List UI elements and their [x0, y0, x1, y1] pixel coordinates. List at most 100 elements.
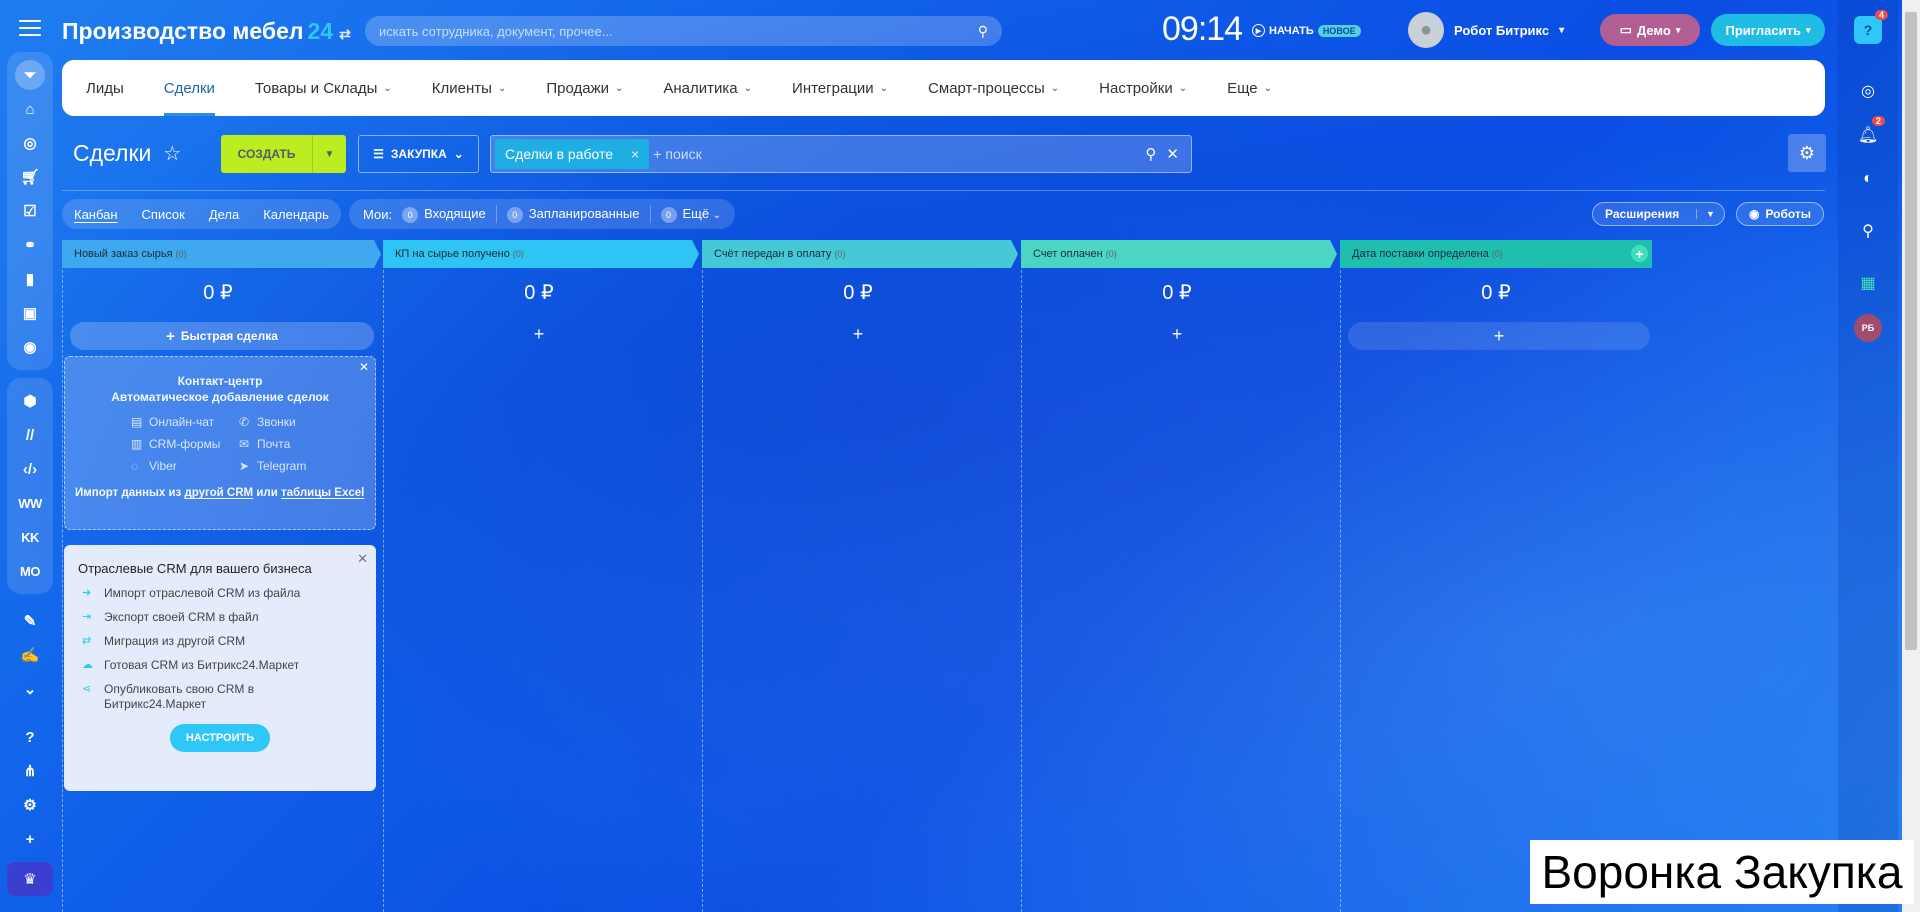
- view-tab-calendar[interactable]: Календарь: [263, 207, 329, 222]
- tab-clients[interactable]: Клиенты ⌄: [432, 60, 507, 116]
- filter-search-input[interactable]: Сделки в работе × + поиск ⚲ ✕: [490, 135, 1192, 173]
- create-button[interactable]: СОЗДАТЬ ▼: [221, 135, 346, 173]
- view-tab-kanban[interactable]: Канбан: [74, 207, 118, 222]
- channel-viber[interactable]: ◌ Viber: [131, 459, 239, 473]
- tab-integrations[interactable]: Интеграции ⌄: [792, 60, 888, 116]
- chevron-down-icon[interactable]: ▼: [1696, 209, 1724, 219]
- share-icon: ⋖: [82, 683, 92, 695]
- portal-title[interactable]: Производство мебел 24 ⇄: [62, 18, 351, 45]
- close-icon[interactable]: ✕: [357, 551, 368, 567]
- chat-icon[interactable]: ◐: [1853, 164, 1883, 194]
- box-icon[interactable]: ⬢: [13, 384, 47, 418]
- copilot-icon[interactable]: ◎: [1853, 76, 1883, 106]
- close-icon[interactable]: ✕: [1166, 145, 1179, 163]
- calendar-icon[interactable]: ▦: [1853, 268, 1883, 298]
- help-icon[interactable]: ? 4: [1854, 10, 1888, 44]
- plus-icon[interactable]: +: [13, 822, 47, 856]
- add-column-icon[interactable]: +: [1631, 245, 1648, 262]
- tab-analytics[interactable]: Аналитика ⌄: [663, 60, 752, 116]
- column-header-new-order[interactable]: Новый заказ сырья (0): [62, 240, 374, 268]
- avatar[interactable]: РБ: [1854, 314, 1882, 342]
- user-menu[interactable]: ● Робот Битрикс ▾: [1408, 12, 1564, 48]
- sitemap-icon[interactable]: ⋔: [13, 754, 47, 788]
- analytics-icon[interactable]: ▮: [13, 262, 47, 296]
- gear-icon[interactable]: ⚙: [1788, 134, 1826, 172]
- view-tab-list[interactable]: Список: [142, 207, 185, 222]
- filter-icon[interactable]: ⏷: [15, 60, 45, 90]
- invite-button[interactable]: Пригласить ▾: [1711, 14, 1825, 46]
- home-icon[interactable]: ⌂: [13, 92, 47, 126]
- chevron-down-icon: ⌄: [743, 82, 753, 94]
- extensions-button[interactable]: Расширения ▼: [1592, 202, 1725, 226]
- search-icon[interactable]: ⚲: [978, 23, 988, 40]
- demo-button[interactable]: ▭ Демо ▾: [1600, 14, 1700, 46]
- robot-icon[interactable]: ◉: [13, 330, 47, 364]
- filter-chip[interactable]: Сделки в работе ×: [495, 139, 650, 169]
- import-excel-link[interactable]: таблицы Excel: [281, 487, 364, 499]
- tab-smart-processes[interactable]: Смарт-процессы ⌄: [928, 60, 1059, 116]
- brand-icon[interactable]: //: [13, 418, 47, 452]
- channel-telegram[interactable]: ➤ Telegram: [239, 459, 329, 473]
- column-header-invoice-sent[interactable]: Счёт передан в оплату (0): [702, 240, 1011, 268]
- funnel-selector[interactable]: ☰ ЗАКУПКА ⌄: [358, 135, 479, 173]
- bell-icon[interactable]: 🔔︎ 2: [1853, 116, 1885, 150]
- robots-button[interactable]: ◉ Роботы: [1736, 202, 1824, 226]
- sidebar-item-kk[interactable]: KK: [13, 520, 47, 554]
- target-icon[interactable]: ◎: [13, 126, 47, 160]
- tab-leads[interactable]: Лиды: [86, 60, 124, 116]
- add-deal-button[interactable]: +: [1021, 324, 1333, 345]
- tab-more[interactable]: Еще ⌄: [1227, 60, 1272, 116]
- close-icon[interactable]: ✕: [359, 360, 369, 374]
- tasks-icon[interactable]: ☑: [13, 194, 47, 228]
- sidebar-item-ww[interactable]: WW: [13, 486, 47, 520]
- industry-crm-item-publish[interactable]: ⋖ Опубликовать свою CRM в Битрикс24.Марке…: [82, 682, 376, 712]
- tab-sales[interactable]: Продажи ⌄: [546, 60, 623, 116]
- sign-icon[interactable]: ✍: [13, 638, 47, 672]
- channel-crm-forms[interactable]: ▥ CRM-формы: [131, 437, 239, 451]
- industry-crm-item-market[interactable]: ☁ Готовая CRM из Битрикс24.Маркет: [82, 658, 376, 673]
- add-deal-button[interactable]: +: [702, 324, 1014, 345]
- more-counter[interactable]: 0 Ещё ⌄: [660, 206, 721, 223]
- edit-icon[interactable]: ✎: [13, 604, 47, 638]
- gear-icon[interactable]: ⚙: [13, 788, 47, 822]
- industry-crm-item-import[interactable]: ➜ Импорт отраслевой CRM из файла: [82, 586, 376, 601]
- cart-icon[interactable]: 🛒︎: [13, 160, 47, 194]
- crown-icon[interactable]: ♛: [7, 862, 53, 896]
- column-header-delivery-date[interactable]: Дата поставки определена (0): [1340, 240, 1630, 268]
- start-workday-button[interactable]: ▶ НАЧАТЬ НОВОЕ: [1252, 24, 1361, 37]
- column-header-invoice-paid[interactable]: Счет оплачен (0): [1021, 240, 1330, 268]
- search-icon[interactable]: ⚲: [1145, 145, 1156, 163]
- crm-icon[interactable]: ⚭: [13, 228, 47, 262]
- configure-button[interactable]: НАСТРОИТЬ: [170, 724, 270, 752]
- search-icon[interactable]: ⚲: [1853, 216, 1883, 246]
- star-icon[interactable]: ☆: [163, 141, 181, 166]
- quick-deal-button[interactable]: + Быстрая сделка: [70, 322, 374, 350]
- code-icon[interactable]: ‹/›: [13, 452, 47, 486]
- chevron-down-circle-icon[interactable]: ⌄: [13, 672, 47, 706]
- funnel-icon: ☰: [373, 147, 384, 161]
- planned-counter[interactable]: 0 Запланированные: [506, 206, 640, 223]
- import-other-crm-link[interactable]: другой CRM: [184, 487, 253, 499]
- tab-deals[interactable]: Сделки: [163, 60, 216, 116]
- industry-crm-item-export[interactable]: ⇥ Экспорт своей CRM в файл: [82, 610, 376, 625]
- view-tab-activities[interactable]: Дела: [209, 207, 239, 222]
- channel-calls[interactable]: ✆ Звонки: [239, 415, 329, 429]
- column-header-kp-received[interactable]: КП на сырье получено (0): [383, 240, 692, 268]
- hamburger-menu-icon[interactable]: [19, 20, 41, 36]
- tab-settings[interactable]: Настройки ⌄: [1099, 60, 1187, 116]
- industry-crm-item-migration[interactable]: ⇄ Миграция из другой CRM: [82, 634, 376, 649]
- help-icon[interactable]: ?: [13, 720, 47, 754]
- incoming-counter[interactable]: 0 Входящие: [402, 206, 486, 223]
- channel-online-chat[interactable]: ▤ Онлайн-чат: [131, 415, 239, 429]
- chevron-down-icon[interactable]: ▼: [312, 135, 346, 173]
- global-search-input[interactable]: искать сотрудника, документ, прочее... ⚲: [365, 16, 1002, 46]
- swap-icon[interactable]: ⇄: [339, 26, 351, 42]
- close-icon[interactable]: ×: [631, 146, 639, 162]
- add-deal-button[interactable]: +: [1348, 322, 1650, 350]
- add-deal-button[interactable]: +: [383, 324, 695, 345]
- tab-products[interactable]: Товары и Склады ⌄: [255, 60, 392, 116]
- scrollbar-thumb[interactable]: [1905, 12, 1917, 650]
- channel-mail[interactable]: ✉ Почта: [239, 437, 329, 451]
- sidebar-item-mo[interactable]: MO: [13, 554, 47, 588]
- contacts-icon[interactable]: ▣: [13, 296, 47, 330]
